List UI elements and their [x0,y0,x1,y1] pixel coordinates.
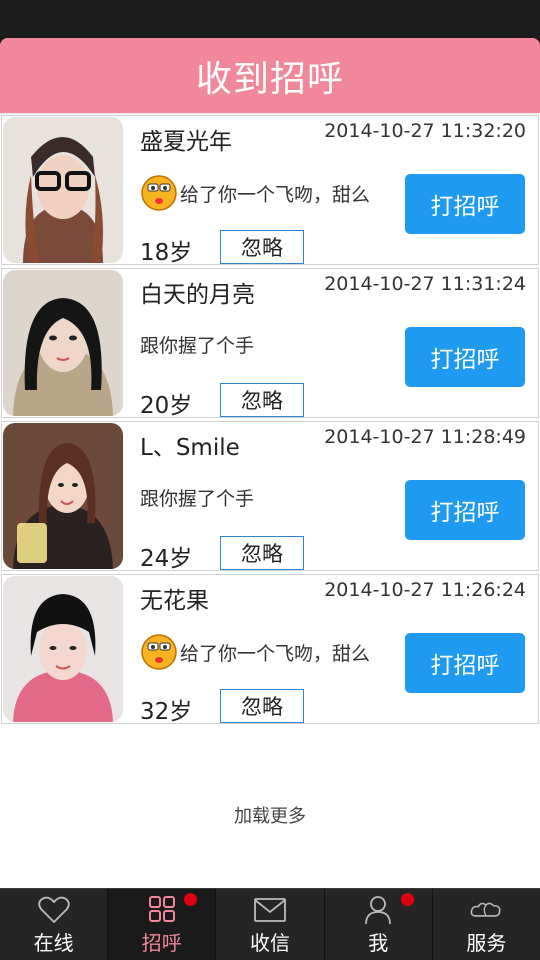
timestamp: 2014-10-27 11:26:24 [324,579,526,601]
load-more-button[interactable]: 加载更多 [0,802,540,828]
avatar[interactable] [3,117,123,263]
timestamp: 2014-10-27 11:28:49 [324,426,526,448]
list-item[interactable]: 盛夏光年 2014-10-27 11:32:20 给了你一个飞吻，甜么 18岁 … [1,115,539,266]
user-age: 24岁 [140,546,193,572]
greeting-message: 给了你一个飞吻，甜么 [140,633,370,671]
header: 收到招呼 [0,38,540,114]
timestamp: 2014-10-27 11:31:24 [324,273,526,295]
kiss-emoji-icon [141,634,177,670]
ignore-button[interactable]: 忽略 [220,536,304,570]
tab-online[interactable]: 在线 [0,889,109,960]
tab-label: 服务 [466,931,507,955]
greeting-message: 跟你握了个手 [140,331,254,358]
page-title: 收到招呼 [195,58,344,100]
grid-icon [148,896,175,922]
ignore-button[interactable]: 忽略 [220,383,304,417]
user-age: 32岁 [140,699,193,725]
heart-icon [37,896,70,924]
greeting-message: 跟你握了个手 [140,484,254,511]
user-age: 18岁 [140,240,193,266]
avatar[interactable] [3,423,123,569]
list-item[interactable]: 无花果 2014-10-27 11:26:24 给了你一个飞吻，甜么 32岁 忽… [1,574,539,725]
avatar[interactable] [3,270,123,416]
ignore-button[interactable]: 忽略 [220,230,304,264]
ignore-button[interactable]: 忽略 [220,689,304,723]
user-icon [365,896,392,925]
notification-badge [400,893,414,906]
user-name: 盛夏光年 [140,129,232,155]
avatar[interactable] [3,576,123,722]
tab-me[interactable]: 我 [325,889,433,960]
message-text: 跟你握了个手 [140,488,255,510]
user-name: 白天的月亮 [140,282,255,308]
greet-button[interactable]: 打招呼 [405,633,525,693]
bottom-tab-bar: 在线 招呼 收信 我 服务 [0,888,540,960]
tab-label: 在线 [33,931,74,955]
message-text: 给了你一个飞吻，甜么 [180,183,371,206]
list-item[interactable]: 白天的月亮 2014-10-27 11:31:24 跟你握了个手 20岁 忽略 … [1,268,539,419]
greet-button[interactable]: 打招呼 [405,480,525,540]
message-text: 跟你握了个手 [140,335,255,357]
user-name: 无花果 [140,588,209,614]
tab-inbox[interactable]: 收信 [216,889,325,960]
greeting-list: 盛夏光年 2014-10-27 11:32:20 给了你一个飞吻，甜么 18岁 … [0,115,540,727]
greeting-message: 给了你一个飞吻，甜么 [140,174,370,212]
user-name: L、Smile [140,435,240,461]
timestamp: 2014-10-27 11:32:20 [324,120,526,142]
tab-service[interactable]: 服务 [433,889,540,960]
tab-label: 收信 [250,931,290,955]
user-age: 20岁 [140,393,193,419]
message-text: 给了你一个飞吻，甜么 [180,642,371,665]
tab-greetings[interactable]: 招呼 [108,889,217,960]
envelope-icon [254,898,286,922]
clouds-icon [471,902,501,917]
tab-label: 招呼 [141,931,182,955]
tab-label: 我 [368,931,389,955]
kiss-emoji-icon [141,175,177,211]
greet-button[interactable]: 打招呼 [405,327,525,387]
status-bar [0,0,540,38]
app-window: 收到招呼 盛夏光年 2014-10-27 11:32:20 给了你一个飞吻，甜么… [0,38,540,960]
list-item[interactable]: L、Smile 2014-10-27 11:28:49 跟你握了个手 24岁 忽… [1,421,539,572]
notification-badge [184,893,198,906]
greet-button[interactable]: 打招呼 [405,174,525,234]
